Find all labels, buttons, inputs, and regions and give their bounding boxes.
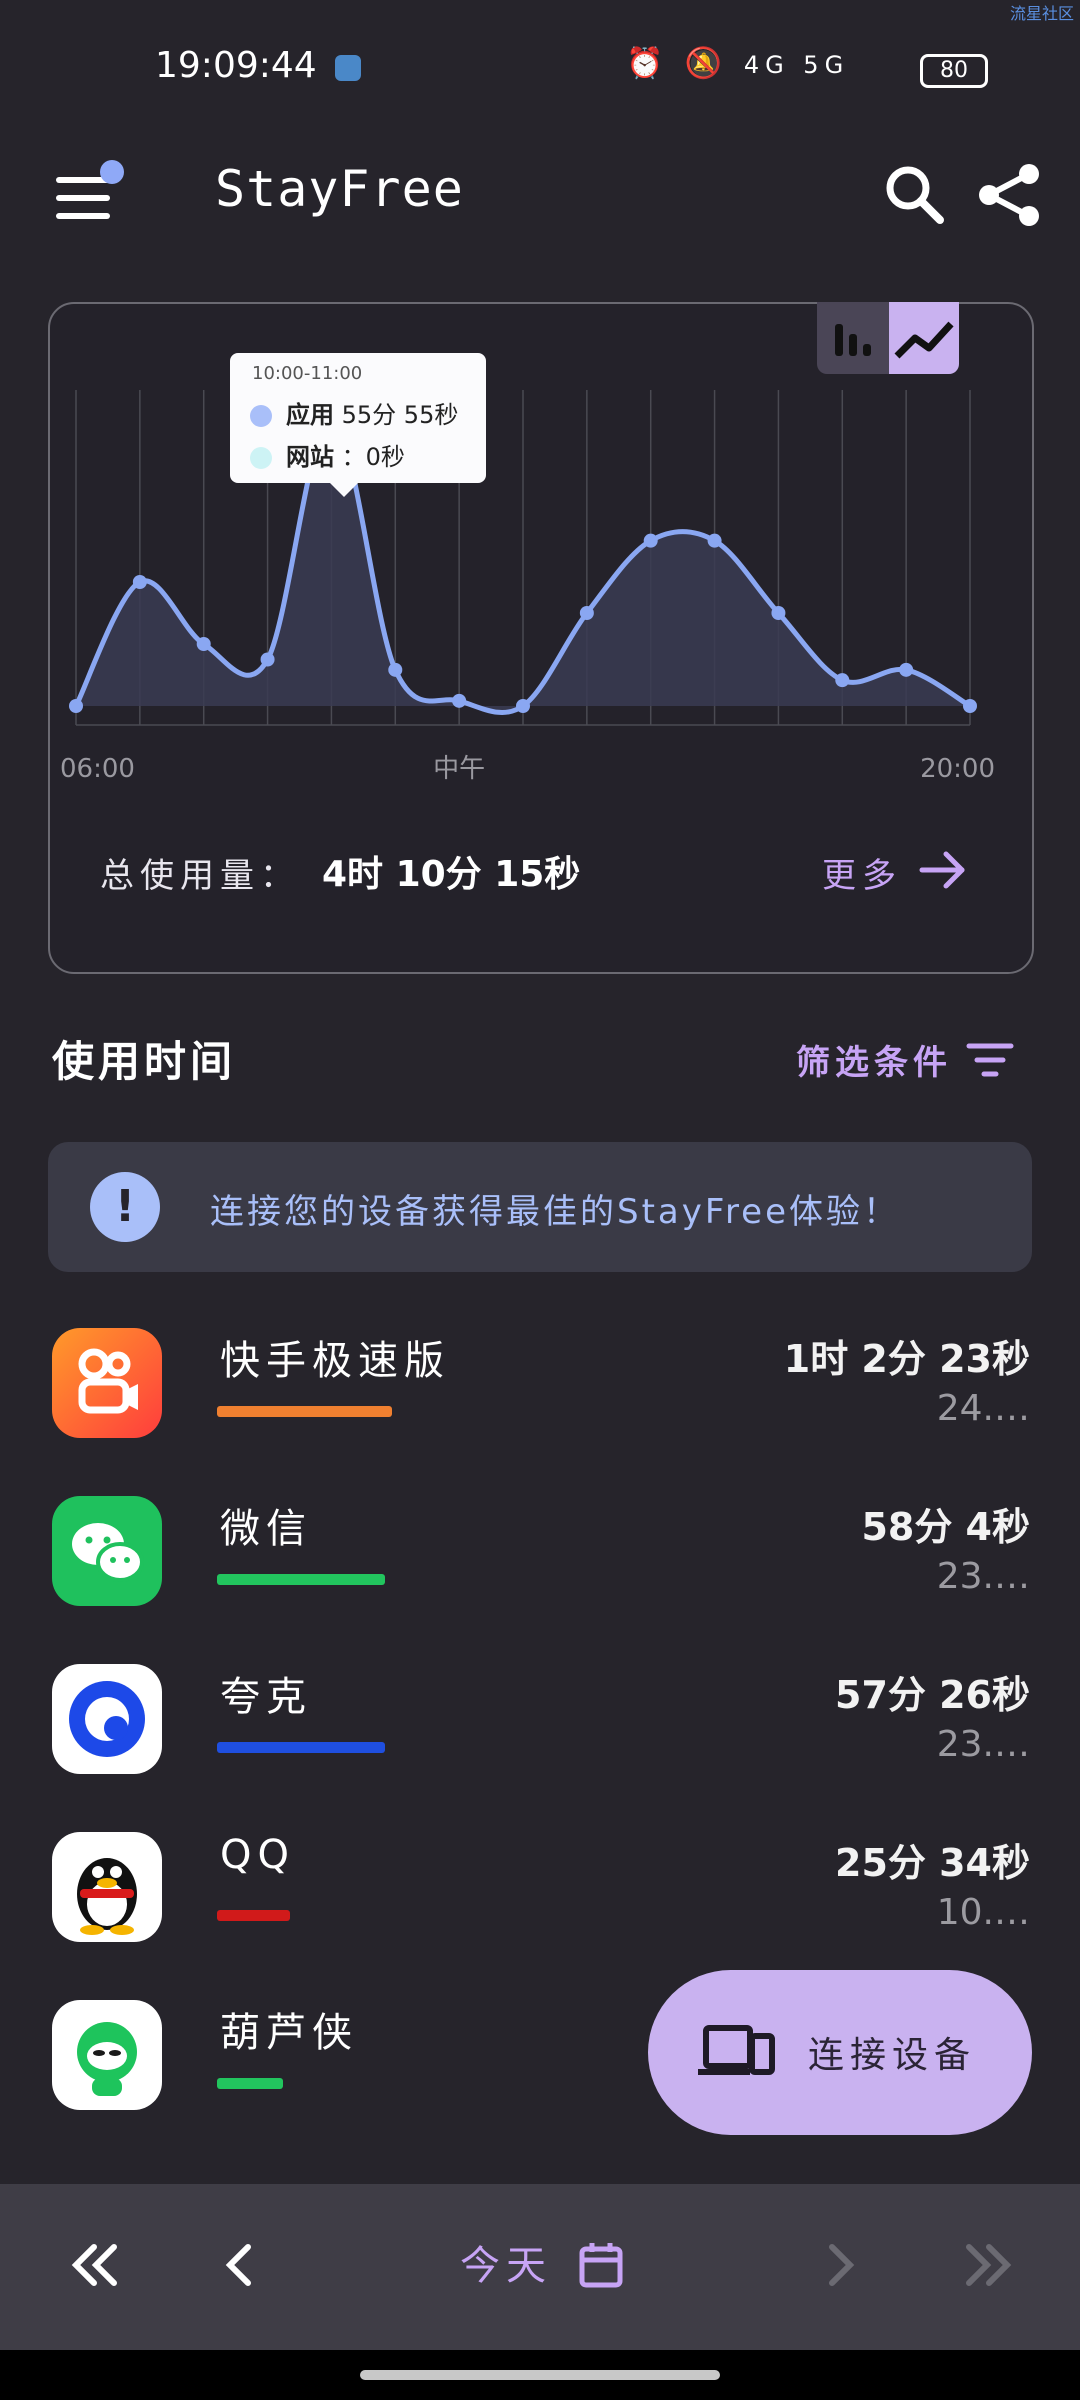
data-point-20:00 [963,699,977,713]
more-link[interactable]: 更多 [822,848,902,897]
usage-section-title: 使用时间 [52,1037,237,1086]
app-name: 夸克 [220,1674,312,1720]
status-icons: ⏰ 🔕 4G 5G [626,46,849,81]
data-point-15:00 [643,533,658,548]
x-tick-label: 06:00 [60,754,135,784]
network-label: 4G 5G [743,51,850,79]
status-time: 19:09:44 [155,45,317,86]
quark-app-icon [52,1664,162,1774]
app-percent: 23.… [936,1556,1030,1597]
app-duration: 25分 34秒 [835,1841,1030,1885]
usage-bar [217,1910,290,1921]
double-chevron-left-icon[interactable] [58,2230,138,2300]
app-name: QQ [220,1832,295,1878]
corner-watermark: 流星社区 [1009,4,1074,23]
notification-app-icon [335,55,361,81]
chart-tooltip: 10:00-11:00 应用 55分 55秒 网站 ：0秒 [230,353,486,497]
status-bar: 19:09:44 ⏰ 🔕 4G 5G 80 流星社区 [0,0,1080,130]
total-usage-label: 总使用量： [100,856,300,896]
data-point-07:00 [132,575,147,589]
x-tick-label: 20:00 [920,754,995,784]
app-name: 微信 [220,1506,312,1552]
calendar-icon[interactable] [578,2240,624,2290]
arrow-right-icon[interactable] [918,848,968,892]
usage-bar [217,1742,385,1753]
info-icon: ! [90,1172,160,1242]
battery-indicator: 80 [920,54,988,88]
usage-bar [217,2078,283,2089]
gesture-bar [0,2350,1080,2400]
app-duration: 58分 4秒 [861,1505,1030,1549]
banner-text: 连接您的设备获得最佳的StayFree体验！ [210,1192,901,1232]
gesture-handle[interactable] [360,2370,720,2380]
x-tick-label: 中午 [433,754,485,784]
share-icon[interactable] [975,160,1045,230]
connect-devices-button[interactable]: 连接设备 [648,1970,1032,2135]
site-series-dot [250,447,272,469]
alarm-icon: ⏰ [626,46,670,81]
search-icon[interactable] [880,160,950,230]
data-point-16:00 [707,533,722,548]
chevron-left-icon[interactable] [200,2230,280,2300]
tooltip-app-value: 55分 55秒 [341,401,459,429]
usage-bar [217,1574,385,1585]
data-point-14:00 [579,606,594,620]
filter-button[interactable]: 筛选条件 [796,1035,952,1084]
menu-notification-dot [100,160,124,184]
app-name: 快手极速版 [220,1338,450,1384]
app-title: StayFree [215,160,464,218]
data-point-11:00 [388,662,403,677]
connect-devices-banner[interactable]: ! 连接您的设备获得最佳的StayFree体验！ [48,1142,1032,1272]
huluxia-app-icon [52,2000,162,2110]
tooltip-range: 10:00-11:00 [252,363,363,384]
tooltip-site-label: 网站 [286,443,334,471]
qq-penguin-icon [52,1832,162,1942]
kuaishou-app-icon [52,1328,162,1438]
app-percent: 10.… [936,1892,1030,1933]
tooltip-site-value: 0秒 [365,443,405,471]
app-row-quark[interactable]: 夸克 57分 26秒 23.… [0,1664,1080,1832]
chevron-right-icon[interactable] [800,2230,880,2300]
data-point-18:00 [835,673,850,688]
app-percent: 24.… [936,1388,1030,1429]
devices-icon [698,2025,775,2075]
data-point-06:00 [69,699,83,713]
data-point-19:00 [899,662,914,677]
mute-icon: 🔕 [684,46,729,81]
tooltip-site-row: 网站 ：0秒 [250,437,405,472]
app-name: 葫芦侠 [220,2010,358,2056]
app-duration: 1时 2分 23秒 [783,1337,1030,1381]
double-chevron-right-icon[interactable] [945,2230,1025,2300]
tooltip-app-row: 应用 55分 55秒 [250,395,458,430]
usage-bar [217,1406,392,1417]
app-row-kuaishou[interactable]: 快手极速版 1时 2分 23秒 24.… [0,1328,1080,1496]
app-percent: 23.… [936,1724,1030,1765]
filter-icon[interactable] [965,1040,1015,1080]
data-point-17:00 [771,606,786,620]
tooltip-app-label: 应用 [286,401,334,429]
wechat-app-icon [52,1496,162,1606]
usage-area-chart[interactable]: 06:00 中午 20:00 [60,350,1020,790]
connect-devices-label: 连接设备 [808,2035,977,2076]
app-row-wechat[interactable]: 微信 58分 4秒 23.… [0,1496,1080,1664]
data-point-13:00 [516,699,530,713]
data-point-08:00 [196,637,211,651]
app-series-dot [250,405,272,427]
total-usage-value: 4时 10分 15秒 [322,854,581,895]
today-label[interactable]: 今天 [460,2233,552,2291]
data-point-09:00 [260,652,275,667]
data-point-12:00 [452,693,467,708]
app-duration: 57分 26秒 [835,1673,1030,1717]
